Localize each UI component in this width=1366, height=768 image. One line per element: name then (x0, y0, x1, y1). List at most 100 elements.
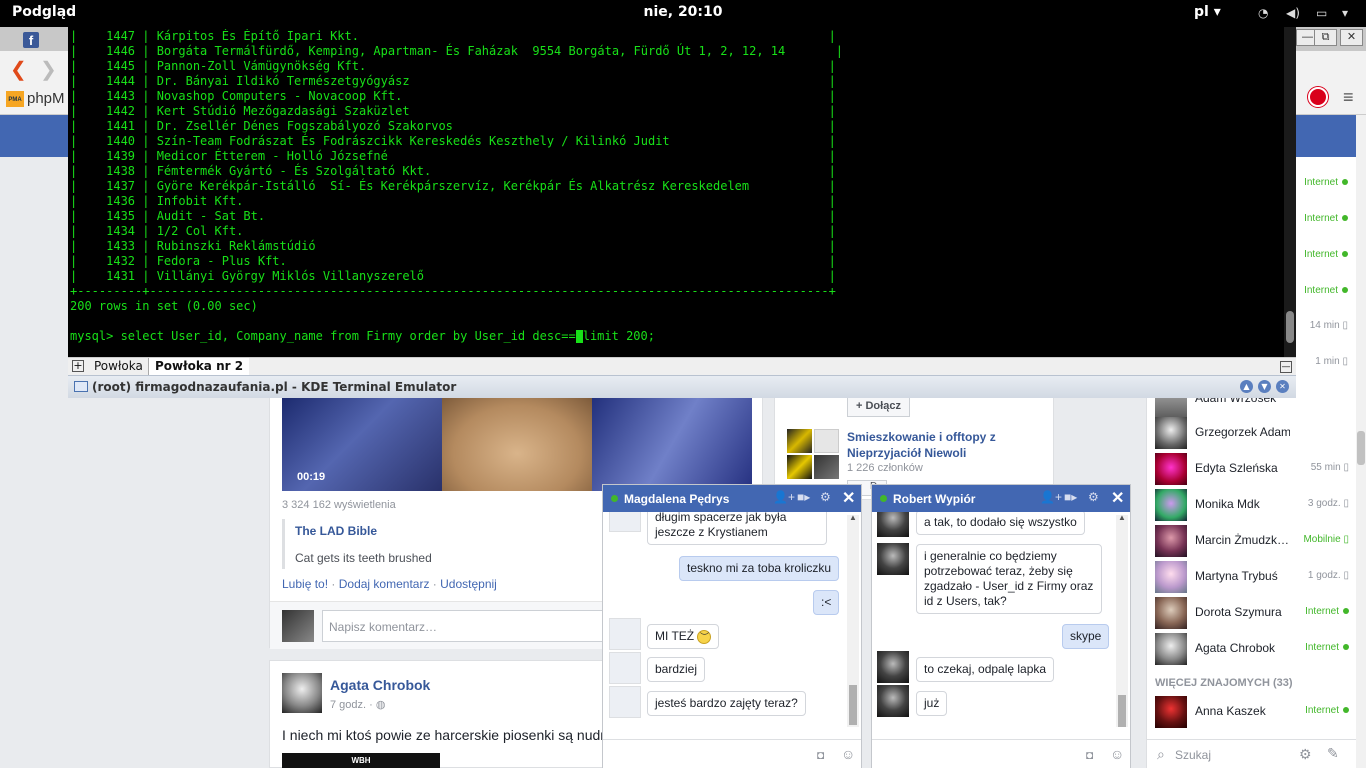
minimize-icon[interactable]: ▼ (1258, 380, 1271, 393)
chat-scrollbar[interactable]: ▲ (847, 513, 859, 727)
share-link[interactable]: Udostępnij (440, 577, 497, 591)
bookmark-phpmyadmin[interactable]: PMA phpM (6, 90, 65, 108)
close-icon[interactable]: ✕ (1111, 488, 1124, 508)
camera-icon[interactable]: ◘ (1086, 748, 1093, 762)
post-media[interactable]: WBH (282, 753, 440, 768)
video-call-icon[interactable]: ■▸ (1064, 490, 1077, 504)
terminal-title-bar[interactable]: (root) firmagodnazaufania.pl - KDE Termi… (68, 375, 1296, 398)
terminal-line: 200 rows in set (0.00 sec) (70, 299, 258, 313)
maximize-button[interactable]: ⧉ (1314, 29, 1337, 46)
contact-row[interactable]: Dorota Szymura Internet (1147, 595, 1357, 631)
terminal-output[interactable]: | 1447 | Kárpitos És Építő Ipari Kkt. | |… (70, 29, 1280, 355)
avatar (877, 651, 909, 683)
contact-row[interactable]: Anna Kaszek Internet (1147, 694, 1357, 730)
window-title: (root) firmagodnazaufania.pl - KDE Termi… (92, 380, 457, 394)
battery-icon[interactable]: ▭ (1316, 6, 1327, 20)
avatar (609, 618, 641, 650)
comment-link[interactable]: Dodaj komentarz (339, 577, 430, 591)
message-input[interactable]: ◘ ☺ (603, 739, 861, 768)
gear-icon[interactable]: ⚙ (1088, 490, 1099, 504)
clock[interactable]: nie, 20:10 (0, 4, 1366, 20)
avatar (1155, 453, 1187, 485)
new-tab-icon[interactable]: + (72, 360, 84, 372)
terminal-line: | 1440 | Szín-Team Fodrászat És Fodrászc… (70, 134, 836, 148)
add-person-icon[interactable]: 👤+ (1040, 490, 1062, 504)
gear-icon[interactable]: ⚙ (1299, 746, 1312, 763)
chat-contact-name[interactable]: Robert Wypiór (893, 492, 975, 506)
wifi-icon[interactable]: ◔ (1258, 6, 1268, 20)
terminal-line: | 1431 | Villányi György Miklós Villanys… (70, 269, 836, 283)
close-icon[interactable]: ✕ (842, 488, 855, 508)
chat-contact-name[interactable]: Magdalena Pędrys (624, 492, 729, 506)
view-count: 3 324 162 wyświetlenia (282, 499, 396, 511)
keyboard-layout[interactable]: pl ▾ (1194, 4, 1221, 20)
contact-status: 1 min ▯ (1315, 356, 1348, 367)
terminal-line: | 1434 | 1/2 Col Kft. | (70, 224, 836, 238)
emoji-icon[interactable]: ☺ (1110, 746, 1124, 762)
close-button[interactable]: ✕ (1340, 29, 1363, 46)
terminal-prompt[interactable]: mysql> select User_id, Company_name from… (70, 329, 1280, 344)
scrollbar-thumb[interactable] (1286, 311, 1294, 343)
compose-icon[interactable]: ✎ (1327, 745, 1339, 762)
close-icon[interactable]: ✕ (1276, 380, 1289, 393)
system-menu-icon[interactable]: ▾ (1342, 6, 1348, 20)
gear-icon[interactable]: ⚙ (820, 490, 831, 504)
terminal-window[interactable]: | 1447 | Kárpitos És Építő Ipari Kkt. | |… (68, 27, 1296, 398)
message-bubble: bardziej (647, 657, 706, 682)
terminal-line: | 1437 | Györe Kerékpár-Istálló Sí- És K… (70, 179, 836, 193)
forward-icon[interactable]: ❯ (40, 57, 57, 82)
tab-powloka-2[interactable]: Powłoka nr 2 (148, 358, 250, 376)
contact-row[interactable]: Agata Chrobok Internet (1147, 631, 1357, 667)
message-bubble: jesteś bardzo zajęty teraz? (647, 691, 806, 716)
volume-icon[interactable]: ◀) (1286, 6, 1300, 20)
sidebar-search[interactable]: ⌕ Szukaj ⚙ ✎ (1147, 739, 1357, 768)
contact-row[interactable]: Grzegorzek Adam (1147, 415, 1357, 451)
facebook-icon[interactable]: f (23, 32, 39, 48)
chat-header[interactable]: Magdalena Pędrys 👤+ ■▸ ⚙ ✕ (603, 485, 861, 512)
camera-icon[interactable]: ◘ (817, 748, 824, 762)
chat-scrollbar[interactable]: ▲ (1116, 513, 1128, 727)
contact-status: Internet (1305, 606, 1349, 617)
group-members: 1 226 członków (847, 462, 923, 474)
text-cursor (575, 330, 583, 343)
terminal-scrollbar[interactable] (1284, 27, 1296, 357)
terminal-line: | 1438 | Fémtermék Gyártó - És Szolgálta… (70, 164, 836, 178)
contact-row[interactable]: Marcin Żmudzk… Mobilnie ▯ (1147, 523, 1357, 559)
avatar (877, 685, 909, 717)
contact-name: Grzegorzek Adam (1195, 425, 1290, 439)
terminal-line: | 1439 | Medicor Étterem - Holló Józsefn… (70, 149, 836, 163)
chat-header[interactable]: Robert Wypiór 👤+ ■▸ ⚙ ✕ (872, 485, 1130, 512)
close-tab-icon[interactable]: — (1280, 361, 1292, 373)
post-author[interactable]: Agata Chrobok (330, 677, 430, 693)
message-input[interactable]: ◘ ☺ (872, 739, 1130, 768)
group-name[interactable]: Smieszkowanie i offtopy z Nieprzyjaciół … (847, 429, 1027, 461)
keep-above-icon[interactable]: ▲ (1240, 380, 1253, 393)
back-icon[interactable]: ❮ (10, 57, 27, 82)
mobile-icon: ▯ (1342, 320, 1348, 331)
scrollbar-thumb[interactable] (1357, 431, 1365, 465)
contact-row[interactable]: Edyta Szleńska 55 min ▯ (1147, 451, 1357, 487)
avatar (1155, 489, 1187, 521)
tab-powloka[interactable]: Powłoka (88, 358, 149, 376)
contact-row[interactable]: Monika Mdk 3 godz. ▯ (1147, 487, 1357, 523)
add-person-icon[interactable]: 👤+ (773, 490, 795, 504)
contact-status: 14 min ▯ (1309, 320, 1348, 331)
search-input[interactable]: Szukaj (1175, 748, 1211, 762)
avatar (1155, 525, 1187, 557)
chat-window: Magdalena Pędrys 👤+ ■▸ ⚙ ✕ długim spacer… (602, 484, 862, 768)
emoji-icon[interactable]: ☺ (841, 746, 855, 762)
source-link[interactable]: The LAD Bible (295, 524, 377, 538)
join-group-button[interactable]: + Dołącz (847, 395, 910, 417)
page-scrollbar[interactable] (1356, 115, 1366, 768)
video-call-icon[interactable]: ■▸ (797, 490, 810, 504)
terminal-line: | 1445 | Pannon-Zoll Vámügynökség Kft. | (70, 59, 836, 73)
video-player[interactable]: 00:19 (282, 397, 752, 491)
like-link[interactable]: Lubię to! (282, 577, 328, 591)
avatar (1155, 696, 1187, 728)
terminal-line: | 1432 | Fedora - Plus Kft. | (70, 254, 836, 268)
contact-row[interactable]: Martyna Trybuś 1 godz. ▯ (1147, 559, 1357, 595)
stop-icon[interactable] (1308, 87, 1328, 107)
online-indicator (880, 495, 887, 502)
menu-icon[interactable]: ≡ (1343, 87, 1354, 108)
avatar[interactable] (282, 673, 322, 713)
